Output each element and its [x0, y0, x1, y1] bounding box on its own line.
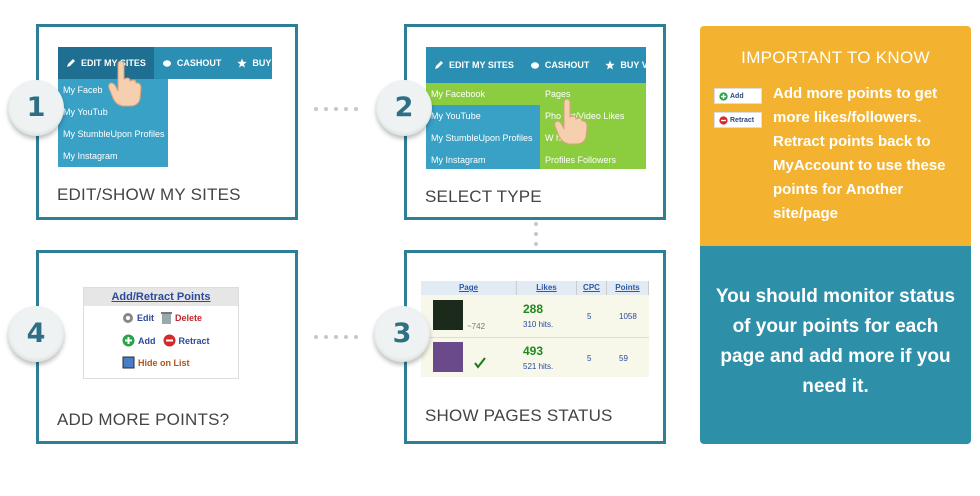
- sites-item-instagram[interactable]: My Instagram: [426, 149, 540, 169]
- edit-delete-row: Edit Delete: [122, 312, 202, 324]
- important-text: Add more points to get more likes/follow…: [773, 85, 946, 222]
- col-header-likes[interactable]: Likes: [517, 281, 577, 295]
- important-panel: IMPORTANT TO KNOW Add Retract Add more p…: [700, 26, 971, 246]
- menu-buy[interactable]: BUY VI: [597, 47, 646, 83]
- cpc-value: 5: [587, 354, 592, 363]
- checkmark-icon: [474, 357, 486, 369]
- menu-cashout[interactable]: CASHOUT: [522, 47, 598, 83]
- connector-dots: [314, 335, 358, 339]
- cpc-value: 5: [587, 312, 592, 321]
- star-icon: [237, 58, 248, 68]
- piggy-bank-icon: [162, 60, 171, 67]
- hide-box-icon: [122, 356, 135, 369]
- add-retract-row: Add Retract: [122, 334, 210, 347]
- sites-item-instagram[interactable]: My Instagram: [58, 145, 168, 167]
- trash-icon: [161, 312, 172, 324]
- step-3-number: 3: [374, 306, 430, 362]
- pointer-hand-icon: [554, 99, 588, 145]
- pointer-hand-icon: [108, 61, 142, 107]
- menu-buy[interactable]: BUY V: [229, 47, 272, 79]
- star-icon: [605, 60, 616, 70]
- menu-edit-my-sites[interactable]: EDIT MY SITES: [426, 47, 522, 83]
- connector-dots: [534, 222, 538, 246]
- step-2-number: 2: [376, 80, 432, 136]
- likes-value: 288: [523, 302, 544, 316]
- step-4-number: 4: [8, 306, 64, 362]
- important-title: IMPORTANT TO KNOW: [741, 48, 930, 67]
- connector-dots: [314, 107, 358, 111]
- sites-item-stumbleupon[interactable]: My StumbleUpon Profiles: [426, 127, 540, 149]
- step-1-caption: EDIT/SHOW MY SITES: [57, 185, 241, 204]
- piggy-bank-icon: [530, 62, 539, 69]
- add-retract-widget: Add/Retract Points Edit Delete Add Retra…: [83, 287, 239, 379]
- pencil-icon: [67, 59, 75, 67]
- add-retract-title: Add/Retract Points: [84, 288, 238, 306]
- sites-item-youtube[interactable]: My YouTube: [426, 105, 540, 127]
- table-row: 493 521 hits. 5 59: [421, 337, 649, 377]
- step-4-card: Add/Retract Points Edit Delete Add Retra…: [36, 250, 298, 444]
- edit-link[interactable]: Edit: [137, 313, 154, 323]
- step-4-caption: ADD MORE POINTS?: [57, 410, 230, 429]
- status-table: Page Likes CPC Points ~742 288 310 hits.…: [421, 281, 649, 377]
- sites-dropdown: My Facebook My YouTube My StumbleUpon Pr…: [426, 83, 540, 169]
- page-thumbnail: [433, 342, 463, 372]
- add-link[interactable]: Add: [138, 336, 156, 346]
- mini-menubar: EDIT MY SITES CASHOUT BUY V: [58, 47, 272, 79]
- step-2-caption: SELECT TYPE: [425, 187, 542, 206]
- step-3-card: Page Likes CPC Points ~742 288 310 hits.…: [404, 250, 666, 444]
- menu-cashout[interactable]: CASHOUT: [154, 47, 230, 79]
- col-header-page[interactable]: Page: [421, 281, 517, 295]
- step-1-screenshot: EDIT MY SITES CASHOUT BUY V My Faceb My …: [58, 47, 272, 167]
- type-item-profiles-followers[interactable]: Profiles Followers: [540, 149, 646, 169]
- plus-circle-icon: [122, 334, 135, 347]
- thumb-label: ~742: [467, 322, 486, 331]
- step-3-caption: SHOW PAGES STATUS: [425, 406, 613, 425]
- hits-value: 521 hits.: [523, 362, 554, 371]
- hits-value: 310 hits.: [523, 320, 554, 329]
- delete-link[interactable]: Delete: [175, 313, 202, 323]
- points-value: 59: [619, 354, 628, 363]
- retract-link[interactable]: Retract: [179, 336, 210, 346]
- step-1-number: 1: [8, 80, 64, 136]
- minus-circle-icon: [163, 334, 175, 347]
- sites-item-facebook[interactable]: My Facebook: [426, 83, 540, 105]
- mini-menubar: EDIT MY SITES CASHOUT BUY VI: [426, 47, 646, 83]
- page-thumbnail: [433, 300, 463, 330]
- table-row: ~742 288 310 hits. 5 1058: [421, 296, 649, 336]
- hide-row: Hide on List: [122, 356, 190, 369]
- col-header-cpc[interactable]: CPC: [577, 281, 607, 295]
- likes-value: 493: [523, 344, 544, 358]
- add-button-sample: Add: [714, 88, 762, 104]
- minus-circle-icon: [719, 115, 728, 125]
- plus-circle-icon: [719, 91, 728, 101]
- gear-icon: [123, 313, 133, 323]
- step-2-screenshot: EDIT MY SITES CASHOUT BUY VI My Facebook…: [426, 47, 646, 169]
- step-2-card: EDIT MY SITES CASHOUT BUY VI My Facebook…: [404, 24, 666, 220]
- pencil-icon: [435, 61, 443, 69]
- retract-button-sample: Retract: [714, 112, 762, 128]
- hide-on-list-link[interactable]: Hide on List: [138, 358, 190, 368]
- col-header-points[interactable]: Points: [607, 281, 649, 295]
- points-value: 1058: [619, 312, 637, 321]
- step-1-card: EDIT MY SITES CASHOUT BUY V My Faceb My …: [36, 24, 298, 220]
- sites-item-stumbleupon[interactable]: My StumbleUpon Profiles: [58, 123, 168, 145]
- monitor-panel: You should monitor status of your points…: [700, 246, 971, 444]
- monitor-text: You should monitor status of your points…: [715, 286, 956, 397]
